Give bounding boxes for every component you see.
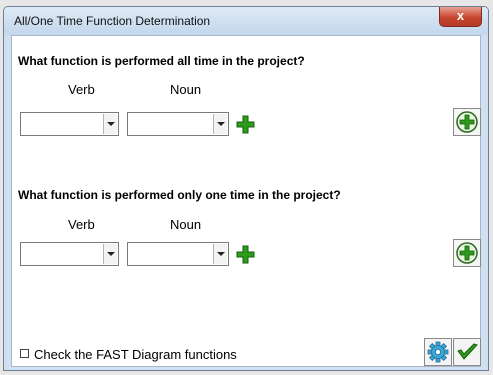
add-function-one-button[interactable]: [453, 239, 481, 267]
chevron-down-icon[interactable]: [213, 114, 227, 134]
settings-button[interactable]: [424, 338, 452, 366]
verb-label-one: Verb: [68, 217, 95, 232]
window-title: All/One Time Function Determination: [14, 14, 211, 28]
question-one-time: What function is performed only one time…: [18, 188, 341, 202]
verb-label-all: Verb: [68, 82, 95, 97]
title-bar: All/One Time Function Determination x: [4, 7, 488, 35]
question-all-time: What function is performed all time in t…: [18, 54, 305, 68]
close-button[interactable]: x: [439, 7, 482, 27]
chevron-down-icon[interactable]: [213, 244, 227, 264]
dialog-body: What function is performed all time in t…: [11, 35, 481, 367]
noun-dropdown-all[interactable]: [127, 112, 229, 136]
verb-dropdown-all[interactable]: [20, 112, 119, 136]
green-circle-add-icon: [456, 111, 478, 133]
add-function-all-button[interactable]: [453, 108, 481, 136]
chevron-down-icon[interactable]: [103, 114, 117, 134]
dialog-window: All/One Time Function Determination x Wh…: [3, 6, 489, 371]
noun-label-all: Noun: [170, 82, 202, 97]
gear-icon: [427, 341, 449, 363]
green-circle-add-icon: [456, 242, 478, 264]
add-verb-noun-all-icon[interactable]: [236, 115, 255, 134]
green-checkmark-icon: [457, 343, 478, 360]
fast-diagram-checkbox-label: Check the FAST Diagram functions: [34, 347, 237, 362]
noun-label-one: Noun: [170, 217, 202, 232]
verb-dropdown-one[interactable]: [20, 242, 119, 266]
add-verb-noun-one-icon[interactable]: [236, 245, 255, 264]
chevron-down-icon[interactable]: [103, 244, 117, 264]
confirm-button[interactable]: [453, 338, 481, 366]
noun-dropdown-one[interactable]: [127, 242, 229, 266]
checkbox-box[interactable]: [20, 349, 29, 358]
